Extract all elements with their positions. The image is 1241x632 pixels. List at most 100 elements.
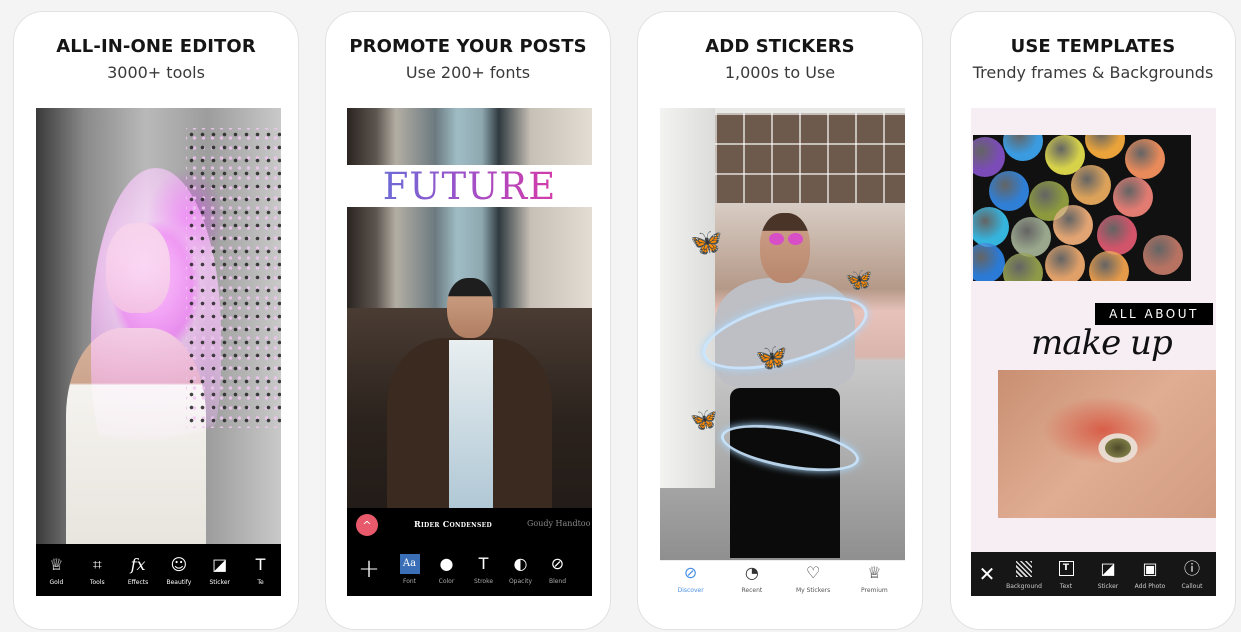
eyeshadow-pan	[1071, 165, 1111, 205]
dispersion-effect	[186, 128, 281, 428]
eyeshadow-palette-photo[interactable]	[973, 135, 1191, 281]
eye-makeup-photo[interactable]	[998, 370, 1216, 518]
butterfly-sticker[interactable]: 🦋	[845, 268, 872, 293]
tool-blend[interactable]: ⊘ Blend	[539, 554, 576, 585]
tool-gold[interactable]: ♕ Gold	[36, 555, 77, 586]
color-icon: ●	[439, 553, 454, 573]
tab-label: Recent	[741, 587, 763, 594]
eyeshadow-pan	[1053, 205, 1093, 245]
tool-beautify[interactable]: ☺ Beautify	[158, 555, 199, 586]
feature-card-stickers: ADD STICKERS 1,000s to Use 🦋 🦋 🦋 🦋 ⊘ Disc…	[637, 11, 923, 630]
eyeshadow-pan	[1125, 139, 1165, 179]
background-icon	[1016, 560, 1032, 577]
tool-label: Background	[1006, 582, 1042, 590]
recent-icon: ◔	[744, 563, 759, 582]
add-photo-icon: ▣	[1142, 558, 1158, 578]
tool-label: Stroke	[473, 577, 494, 585]
tool-sticker[interactable]: ◪ Sticker	[1087, 559, 1129, 590]
pink-sunglasses	[769, 233, 803, 245]
crown-icon: ♕	[49, 554, 64, 574]
tool-tools[interactable]: ⌗ Tools	[77, 555, 118, 586]
eyeshadow-pan	[973, 243, 1005, 281]
crop-icon: ⌗	[92, 554, 102, 574]
tab-recent[interactable]: ◔ Recent	[724, 563, 779, 595]
tool-effects[interactable]: fx Effects	[118, 555, 159, 586]
tool-label: Text	[1059, 582, 1073, 590]
tool-callout[interactable]: ⓘ Callout	[1171, 559, 1213, 590]
tool-label: Tools	[89, 578, 105, 586]
fx-icon: fx	[130, 554, 146, 574]
add-icon[interactable]: +	[347, 554, 391, 584]
eyeshadow-pan	[973, 207, 1009, 247]
tool-label: Opacity	[508, 577, 533, 585]
tab-my-stickers[interactable]: ♡ My Stickers	[786, 563, 841, 595]
tool-text[interactable]: T Text	[1045, 559, 1087, 590]
crown-icon: ♕	[867, 563, 882, 582]
tab-discover[interactable]: ⊘ Discover	[663, 563, 718, 595]
template-label[interactable]: ALL ABOUT	[1095, 303, 1213, 325]
beautify-icon: ☺	[170, 554, 188, 574]
card-title: ADD STICKERS	[705, 36, 855, 57]
feature-card-templates: USE TEMPLATES Trendy frames & Background…	[950, 11, 1236, 630]
street-photo: FUTURE ^ Rider Condensed Goudy Handtoo	[347, 108, 592, 596]
subject-pants	[730, 388, 840, 558]
tool-label: Color	[438, 577, 455, 585]
eyeshadow-pan	[1045, 245, 1085, 281]
tool-color[interactable]: ● Color	[428, 554, 465, 585]
tool-label: Font	[402, 577, 417, 585]
opacity-icon: ◐	[513, 553, 528, 573]
sticker-toolbar: ⊘ Discover ◔ Recent ♡ My Stickers ♕ Premium	[660, 560, 905, 596]
tool-label: Sticker	[1097, 582, 1119, 590]
tool-label: Gold	[49, 578, 64, 586]
tool-label: Callout	[1181, 582, 1203, 590]
tool-opacity[interactable]: ◐ Opacity	[502, 554, 539, 585]
tool-sticker[interactable]: ◪ Sticker	[199, 555, 240, 586]
tool-add-photo[interactable]: ▣ Add Photo	[1129, 559, 1171, 590]
tool-label: Effects	[127, 578, 149, 586]
card-subtitle: 1,000s to Use	[724, 63, 836, 82]
tool-text[interactable]: T Te	[240, 555, 281, 586]
text-icon: T	[1058, 561, 1074, 576]
text-overlay-banner[interactable]: FUTURE	[347, 164, 592, 208]
card-subtitle: Use 200+ fonts	[405, 63, 531, 82]
tool-label: Add Photo	[1134, 582, 1166, 590]
font-picker: ^ Rider Condensed Goudy Handtoo	[347, 508, 592, 542]
close-icon[interactable]: ✕	[971, 562, 1003, 586]
chevron-up-icon: ^	[362, 518, 372, 532]
eyeshadow-pan	[1011, 217, 1051, 257]
tool-font[interactable]: Aa Font	[391, 553, 428, 585]
overlay-text: FUTURE	[382, 164, 557, 208]
building-windows	[715, 113, 905, 203]
tool-label: Blend	[548, 577, 567, 585]
eyeshadow-pan	[989, 171, 1029, 211]
template-toolbar: ✕ Background T Text ◪ Sticker ▣ Add Photo ⓘ…	[971, 552, 1216, 596]
sticker-icon: ◪	[1100, 558, 1116, 578]
card-title: PROMOTE YOUR POSTS	[349, 36, 587, 57]
heart-icon: ♡	[805, 563, 821, 582]
tool-stroke[interactable]: T Stroke	[465, 554, 502, 585]
tool-label: Beautify	[166, 578, 192, 586]
butterfly-sticker[interactable]: 🦋	[690, 228, 722, 258]
butterfly-sticker[interactable]: 🦋	[690, 408, 717, 433]
tool-label: Te	[257, 578, 264, 586]
subject-head	[447, 278, 493, 338]
tool-label: Sticker	[209, 578, 230, 586]
collapse-button[interactable]: ^	[356, 514, 378, 536]
compass-icon: ⊘	[683, 563, 698, 582]
edited-photo	[36, 108, 281, 544]
tab-premium[interactable]: ♕ Premium	[847, 563, 902, 595]
font-option[interactable]: Goudy Handtoo	[527, 519, 590, 528]
eyeshadow-pan	[973, 137, 1005, 177]
stroke-icon: T	[478, 553, 489, 573]
editor-toolbar: ♕ Gold ⌗ Tools fx Effects ☺ Beautify ◪ Sticke…	[36, 544, 281, 596]
butterfly-sticker[interactable]: 🦋	[755, 343, 787, 373]
tool-background[interactable]: Background	[1003, 559, 1045, 590]
template-script-text[interactable]: make up	[1031, 323, 1173, 363]
subject-head	[760, 213, 810, 283]
card-subtitle: Trendy frames & Backgrounds	[972, 63, 1214, 82]
font-option-selected[interactable]: Rider Condensed	[414, 519, 492, 529]
text-toolbar: + Aa Font ● Color T Stroke ◐ Opacity ⊘ Blend	[347, 542, 592, 596]
callout-icon: ⓘ	[1183, 558, 1200, 578]
eyeshadow-pan	[1003, 253, 1043, 281]
card-title: ALL-IN-ONE EDITOR	[56, 36, 256, 57]
